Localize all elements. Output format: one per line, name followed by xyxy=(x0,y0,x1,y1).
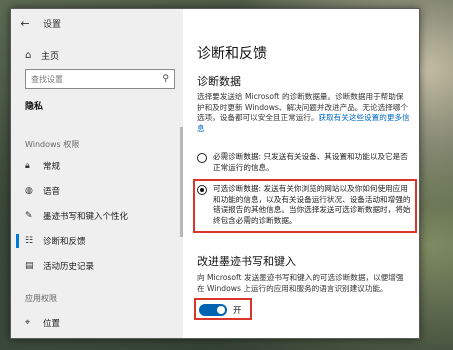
microphone-icon: ◍ xyxy=(25,186,33,196)
sidebar-section-title: 隐私 xyxy=(25,102,44,112)
sidebar-item-diagnostics[interactable]: ☷ 诊断和反馈 xyxy=(11,230,183,252)
location-icon: ⌖ xyxy=(25,318,31,328)
inking-toggle[interactable] xyxy=(199,304,227,316)
arrow-left-icon: ← xyxy=(20,16,30,30)
search-input[interactable]: 查找设置 ⚲ xyxy=(25,69,175,89)
inking-toggle-row[interactable]: 开 xyxy=(199,304,242,316)
sidebar-group-app: 应用权限 xyxy=(25,294,57,303)
sidebar-item-label: 位置 xyxy=(43,319,61,329)
page-title: 诊断和反馈 xyxy=(197,46,267,62)
option-optional-diagnostics[interactable]: 可选诊断数据: 发送有关你浏览的网站以及你如何使用应用和功能的信息，以及有关设备… xyxy=(197,184,411,226)
lock-icon: 🔒︎ xyxy=(25,161,30,171)
option-required-label: 必需诊断数据: 只发送有关设备、其设置和功能以及它是否正常运行的信息。 xyxy=(213,152,408,172)
sidebar-item-location[interactable]: ⌖ 位置 xyxy=(11,312,183,334)
window-title: 设置 xyxy=(43,19,62,30)
sidebar-home[interactable]: ⌂ 主页 xyxy=(11,44,183,66)
radio-required[interactable] xyxy=(197,153,207,163)
sidebar-item-inking[interactable]: ✎ 墨迹书写和键入个性化 xyxy=(11,205,183,227)
back-button[interactable]: ← xyxy=(11,9,39,37)
feedback-icon: ☷ xyxy=(25,236,34,246)
sidebar-item-activity-history[interactable]: ▤ 活动历史记录 xyxy=(11,255,183,277)
inking-heading: 改进墨迹书写和键入 xyxy=(197,255,296,268)
history-icon: ▤ xyxy=(25,261,34,271)
sidebar-item-label: 墨迹书写和键入个性化 xyxy=(43,212,129,222)
settings-window: ⌂ 主页 查找设置 ⚲ 隐私 Windows 权限 🔒︎ 常规 ◍ 语音 ✎ 墨… xyxy=(10,8,420,339)
sidebar-home-label: 主页 xyxy=(41,51,60,62)
sidebar-item-label: 活动历史记录 xyxy=(43,262,95,272)
sidebar-item-label: 语音 xyxy=(43,187,61,197)
home-icon: ⌂ xyxy=(25,49,32,61)
sidebar-item-label: 诊断和反馈 xyxy=(43,237,86,247)
main-content: 诊断和反馈 诊断数据 选择要发送给 Microsoft 的诊断数据量。诊断数据用… xyxy=(183,9,419,338)
search-placeholder: 查找设置 xyxy=(31,74,63,84)
sidebar-group-windows: Windows 权限 xyxy=(25,140,80,149)
inking-description: 向 Microsoft 发送墨迹书写和键入的可选诊断数据，以便增强在 Windo… xyxy=(197,273,404,293)
sidebar-item-general[interactable]: 🔒︎ 常规 xyxy=(11,155,183,177)
sidebar-item-label: 常规 xyxy=(43,162,61,172)
toggle-label: 开 xyxy=(233,306,242,316)
radio-optional[interactable] xyxy=(197,185,207,195)
option-required-diagnostics[interactable]: 必需诊断数据: 只发送有关设备、其设置和功能以及它是否正常运行的信息。 xyxy=(197,152,411,173)
search-icon: ⚲ xyxy=(162,74,169,84)
sidebar: ⌂ 主页 查找设置 ⚲ 隐私 Windows 权限 🔒︎ 常规 ◍ 语音 ✎ 墨… xyxy=(11,9,183,338)
diagnostics-description: 选择要发送给 Microsoft 的诊断数据量。诊断数据用于帮助保护和及时更新 … xyxy=(197,92,411,134)
sidebar-item-speech[interactable]: ◍ 语音 xyxy=(11,180,183,202)
diagnostics-heading: 诊断数据 xyxy=(197,75,241,88)
pen-icon: ✎ xyxy=(25,211,33,221)
option-optional-label: 可选诊断数据: 发送有关你浏览的网站以及你如何使用应用和功能的信息，以及有关设备… xyxy=(213,184,411,225)
